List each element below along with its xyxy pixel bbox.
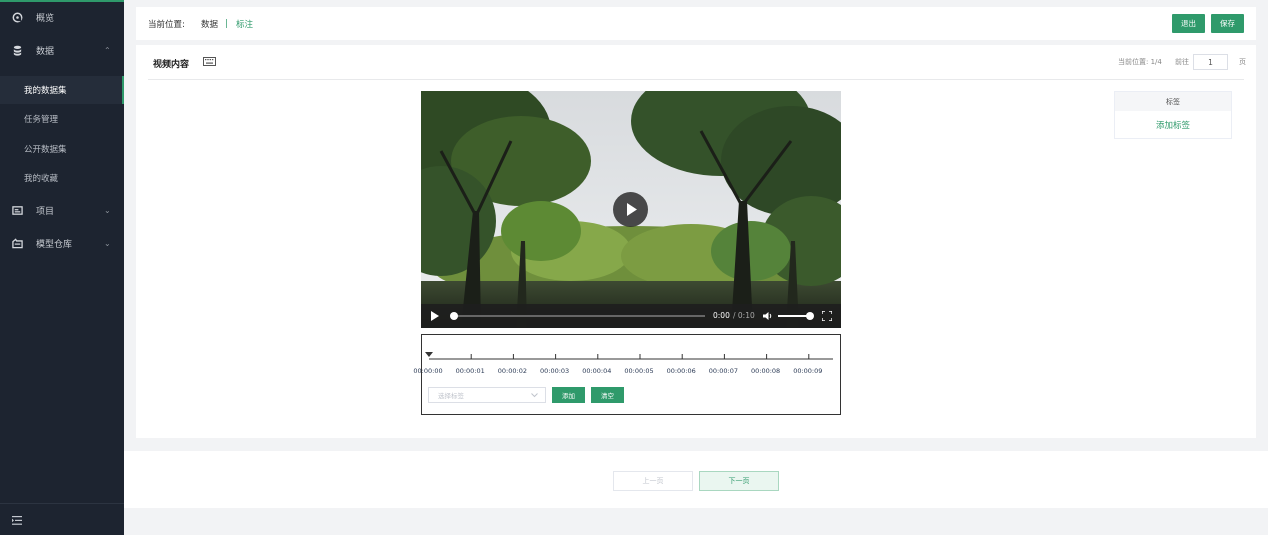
sidebar-accent-line <box>0 0 124 2</box>
breadcrumb-bar: 当前位置: 数据 | 标注 退出 保存 <box>136 7 1256 40</box>
volume-icon[interactable] <box>763 311 773 321</box>
sidebar-item-model-repo[interactable]: 模型仓库 ⌄ <box>0 229 124 257</box>
next-page-button[interactable]: 下一页 <box>699 471 779 491</box>
video-player[interactable]: 0:00 / 0:10 <box>421 91 841 328</box>
prev-page-button[interactable]: 上一页 <box>613 471 693 491</box>
sidebar-subitem-task-management[interactable]: 任务管理 <box>0 105 124 133</box>
sidebar-subitem-label: 任务管理 <box>24 115 59 125</box>
pagination-footer: 上一页 下一页 <box>124 451 1268 508</box>
sidebar-subitem-favorites[interactable]: 我的收藏 <box>0 164 124 192</box>
play-icon[interactable] <box>431 311 439 321</box>
timeline-tick-label: 00:00:06 <box>666 367 696 375</box>
model-repo-icon <box>12 237 23 248</box>
sidebar-subitem-public-datasets[interactable]: 公开数据集 <box>0 135 124 163</box>
play-overlay-button[interactable] <box>613 192 648 227</box>
breadcrumb-separator: | <box>225 18 228 29</box>
timeline-tick-label: 00:00:02 <box>497 367 527 375</box>
breadcrumb-current: 标注 <box>236 19 254 30</box>
tag-panel: 标签 添加标签 <box>1114 91 1232 139</box>
seek-handle[interactable] <box>450 312 458 320</box>
timeline-tick-label: 00:00:07 <box>708 367 738 375</box>
sidebar-item-project[interactable]: 项目 ⌄ <box>0 196 124 224</box>
current-position-text: 当前位置: 1/4 <box>1118 58 1162 66</box>
seek-bar[interactable] <box>451 315 705 317</box>
sidebar-collapse-toggle[interactable] <box>0 503 124 535</box>
menu-fold-icon <box>12 516 22 525</box>
tag-select-placeholder: 选择标签 <box>438 392 464 400</box>
exit-button[interactable]: 退出 <box>1172 14 1205 33</box>
keyboard-icon[interactable] <box>203 57 216 66</box>
annotation-panel: 视频内容 当前位置: 1/4 前往 页 <box>136 45 1256 438</box>
sidebar-item-label: 概览 <box>36 13 55 24</box>
project-icon <box>12 205 23 215</box>
tag-panel-header: 标签 <box>1115 92 1231 111</box>
tag-select[interactable]: 选择标签 <box>428 387 546 403</box>
sidebar-subitem-label: 我的数据集 <box>24 86 67 96</box>
video-controls: 0:00 / 0:10 <box>421 304 841 328</box>
chevron-down-icon: ⌄ <box>104 205 111 215</box>
timeline-tick-label: 00:00:08 <box>750 367 781 375</box>
sidebar-item-label: 模型仓库 <box>36 239 73 250</box>
timeline-tick-label: 00:00:00 <box>413 367 443 375</box>
sidebar-subitem-my-datasets[interactable]: 我的数据集 <box>0 76 124 104</box>
page-title: 视频内容 <box>153 60 190 70</box>
timeline-tick-label: 00:00:05 <box>624 367 654 375</box>
sidebar-item-label: 项目 <box>36 206 55 217</box>
timeline-ruler[interactable] <box>425 351 835 365</box>
sidebar-item-label: 数据 <box>36 46 55 57</box>
timeline-tick-label: 00:00:01 <box>455 367 485 375</box>
chevron-down-icon: ⌄ <box>104 238 111 248</box>
current-time: 0:00 <box>713 311 730 320</box>
add-segment-button[interactable]: 添加 <box>552 387 585 403</box>
play-icon <box>627 203 637 216</box>
database-icon <box>13 45 22 56</box>
timeline-panel: 00:00:00 00:00:01 00:00:02 00:00:03 00:00:04… <box>413 334 841 415</box>
sidebar-subitem-label: 我的收藏 <box>24 174 59 184</box>
timeline-tick-label: 00:00:03 <box>539 367 570 375</box>
save-button[interactable]: 保存 <box>1211 14 1244 33</box>
add-tag-link[interactable]: 添加标签 <box>1115 111 1231 138</box>
duration-time: / 0:10 <box>733 311 755 320</box>
goto-label: 前往 <box>1175 58 1189 66</box>
chevron-down-icon <box>531 393 538 398</box>
fullscreen-icon[interactable] <box>822 311 832 321</box>
playhead-marker-icon <box>425 352 433 357</box>
divider <box>148 79 1244 80</box>
location-label: 当前位置: <box>148 19 185 30</box>
page-suffix: 页 <box>1239 58 1246 66</box>
sidebar-item-overview[interactable]: 概览 <box>0 3 124 31</box>
sidebar: 概览 数据 ⌃ 我的数据集 任务管理 公开数据集 我的收藏 项目 ⌄ 模型仓库 … <box>0 0 124 535</box>
chevron-up-icon: ⌃ <box>104 45 111 55</box>
breadcrumb-data-link[interactable]: 数据 <box>201 7 218 40</box>
volume-handle[interactable] <box>806 312 814 320</box>
page-number-input[interactable] <box>1193 54 1228 70</box>
timeline-tick-label: 00:00:04 <box>582 367 612 375</box>
dashboard-icon <box>12 12 23 22</box>
sidebar-subitem-label: 公开数据集 <box>24 145 67 155</box>
sidebar-item-data[interactable]: 数据 ⌃ <box>0 36 124 64</box>
timeline-tick-label: 00:00:09 <box>793 367 823 375</box>
clear-segments-button[interactable]: 清空 <box>591 387 624 403</box>
